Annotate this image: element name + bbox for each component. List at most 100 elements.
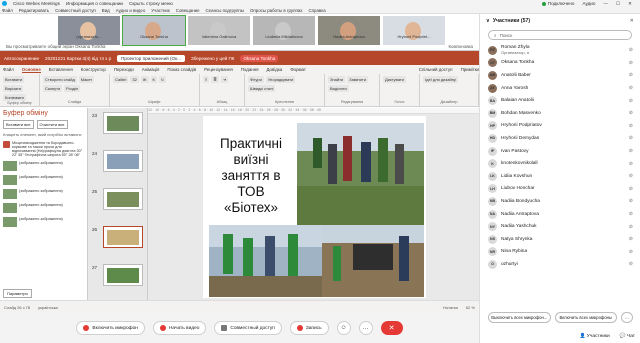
clipboard-item[interactable]: (зображено зображення) — [0, 173, 87, 187]
ribbon-tab[interactable]: Рецензування — [204, 67, 233, 72]
ribbon-button[interactable]: 32 — [130, 76, 139, 83]
ribbon-button[interactable]: Замінити — [347, 76, 368, 83]
user-name[interactable]: Oksana Tonkha — [240, 54, 279, 62]
ribbon-tab[interactable]: Показ слайдів — [167, 67, 196, 72]
more-icon[interactable]: … — [621, 312, 633, 323]
menu-item[interactable]: Аудио и видео — [116, 8, 146, 13]
ribbon-button[interactable]: Ж — [140, 76, 149, 83]
video-tile[interactable] — [253, 16, 315, 45]
ribbon-button[interactable]: Вирізати — [3, 85, 24, 92]
mic-muted-icon[interactable]: ⊘ — [629, 60, 633, 66]
slide-thumbnail[interactable]: 24 — [92, 150, 143, 172]
mic-muted-icon[interactable]: ⊘ — [629, 148, 633, 154]
audio-menu[interactable]: Аудио — [582, 1, 595, 6]
ribbon-button[interactable]: Вставити — [3, 76, 25, 83]
mic-muted-icon[interactable]: ⊘ — [629, 261, 633, 267]
start-video-button[interactable]: Начать видео — [152, 321, 207, 335]
menu-item[interactable]: Редактировать — [19, 8, 49, 13]
clipboard-item[interactable]: Місцезнаходження та бородавчато-кормове … — [0, 139, 87, 159]
zoom-level[interactable]: 62 % — [466, 305, 475, 310]
unmute-button[interactable]: Включить микрофон — [76, 321, 145, 335]
comments-button[interactable]: Примітки — [461, 67, 479, 72]
ribbon-tab[interactable]: Подання — [241, 67, 259, 72]
ribbon-button[interactable]: Знайти — [328, 76, 346, 83]
close-icon[interactable]: ✕ — [628, 1, 632, 7]
slide-thumbnail[interactable]: 27 — [92, 264, 143, 286]
participant-row[interactable]: NR Nina Rybina ⊘ — [480, 246, 640, 259]
participant-row[interactable]: Kknotenkovnikolall ⊘ — [480, 157, 640, 170]
share-document-button[interactable]: Спільний доступ — [419, 67, 453, 72]
ribbon-button[interactable]: Диктувати — [383, 76, 406, 83]
mic-muted-icon[interactable]: ⊘ — [629, 161, 633, 167]
mic-muted-icon[interactable]: ⊘ — [629, 186, 633, 192]
ribbon-button[interactable]: Ч — [158, 76, 166, 83]
mic-muted-icon[interactable]: ⊘ — [629, 198, 633, 204]
chat-tab[interactable]: 💬 Чат — [620, 334, 635, 339]
ribbon-tab[interactable]: Файл — [3, 67, 14, 72]
maximize-icon[interactable]: ☐ — [616, 1, 620, 7]
ribbon-button[interactable]: Фігури — [248, 76, 264, 83]
video-tile[interactable] — [188, 16, 250, 45]
menu-item[interactable]: Вид — [102, 8, 110, 13]
clipboard-options-button[interactable]: Параметри — [3, 289, 32, 298]
paste-all-button[interactable]: Вставити все — [3, 120, 34, 129]
video-tile[interactable] — [58, 16, 120, 45]
menu-item[interactable]: Участник — [151, 8, 170, 13]
ribbon-tab[interactable]: Переходи — [114, 67, 134, 72]
ribbon-tab[interactable]: Анімація — [142, 67, 160, 72]
clipboard-item[interactable]: (зображено зображення) — [0, 187, 87, 201]
participant-row[interactable]: NY Nadiia Yashchuk ⊘ — [480, 220, 640, 233]
participants-tab[interactable]: 👤 Участники — [579, 334, 609, 339]
participant-row[interactable]: HD Hryhorii Demydas ⊘ — [480, 132, 640, 145]
mic-muted-icon[interactable]: ⊘ — [629, 110, 633, 116]
ribbon-button[interactable]: ≡ — [203, 76, 210, 83]
mic-muted-icon[interactable]: ⊘ — [629, 98, 633, 104]
panel-collapse-icon[interactable]: ∨ — [486, 18, 490, 24]
mic-muted-icon[interactable]: ⊘ — [629, 236, 633, 242]
participant-row[interactable]: HP Hryhorii Podpriatov ⊘ — [480, 120, 640, 133]
ribbon-button[interactable]: Копіювати — [3, 94, 26, 101]
participant-row[interactable]: BM Bohdan Masvenko ⊘ — [480, 107, 640, 120]
ribbon-button[interactable]: ⇥ — [220, 76, 229, 83]
ribbon-button[interactable]: Calibri — [113, 76, 129, 83]
mic-muted-icon[interactable]: ⊘ — [629, 123, 633, 129]
ribbon-tab[interactable]: Формат — [290, 67, 306, 72]
mic-muted-icon[interactable]: ⊘ — [629, 85, 633, 91]
menu-item[interactable]: Сеансы подгруппы — [206, 8, 244, 13]
mic-muted-icon[interactable]: ⊘ — [629, 224, 633, 230]
slide-thumbnail[interactable]: 26 — [92, 226, 143, 248]
ribbon-button[interactable]: Швидкі стилі — [248, 85, 276, 92]
mic-muted-icon[interactable]: ⊘ — [629, 47, 633, 53]
layout-button[interactable]: Компоновка — [449, 44, 474, 49]
participant-row[interactable]: NB Nadiia Bondyucha ⊘ — [480, 195, 640, 208]
notes-button[interactable]: Нотатки — [443, 305, 458, 310]
participant-row[interactable]: AY Anna Yarosh ⊘ — [480, 82, 640, 95]
ribbon-button[interactable]: Розділ — [64, 85, 81, 92]
participant-row[interactable]: RZ Roman Zhyla Организатор, я ⊘ — [480, 44, 640, 57]
ribbon-tab[interactable]: Довідка — [267, 67, 283, 72]
clipboard-item[interactable]: (зображено зображення) — [0, 201, 87, 215]
mute-all-button[interactable]: Выключить всех микрофон... — [488, 312, 551, 323]
reactions-icon[interactable]: ☺ — [336, 321, 351, 335]
ribbon-tab[interactable]: Конструктор — [81, 67, 106, 72]
ribbon-button[interactable]: Створити слайд — [43, 76, 77, 83]
slide-thumbnail[interactable]: 25 — [92, 188, 143, 210]
mic-muted-icon[interactable]: ⊘ — [629, 249, 633, 255]
minimize-icon[interactable]: — — [603, 1, 608, 6]
current-slide[interactable]: Практичні виїзні заняття в ТОВ «Біотех» — [203, 116, 426, 298]
share-button[interactable]: Совместный доступ — [214, 321, 282, 335]
ribbon-tab[interactable]: Основне — [21, 67, 41, 73]
menu-item[interactable]: Файл — [2, 8, 13, 13]
participant-row[interactable]: LK Lidiia Kovshun ⊘ — [480, 170, 640, 183]
clipboard-item[interactable]: (зображено зображення) — [0, 159, 87, 173]
ribbon-button[interactable]: К — [150, 76, 157, 83]
participant-row[interactable]: LH Liubov Honchar ⊘ — [480, 183, 640, 196]
menu-item[interactable]: Справка — [308, 8, 325, 13]
ribbon-button[interactable]: ≣ — [211, 76, 219, 83]
menu-item[interactable]: Совещание — [176, 8, 200, 13]
clipboard-item[interactable]: (зображено зображення) — [0, 215, 87, 229]
slide-thumbnail[interactable]: 23 — [92, 112, 143, 134]
video-tile[interactable] — [383, 16, 445, 45]
end-call-button[interactable]: ✕ — [380, 321, 403, 335]
participant-row[interactable]: BA Balaian Anatolii ⊘ — [480, 94, 640, 107]
